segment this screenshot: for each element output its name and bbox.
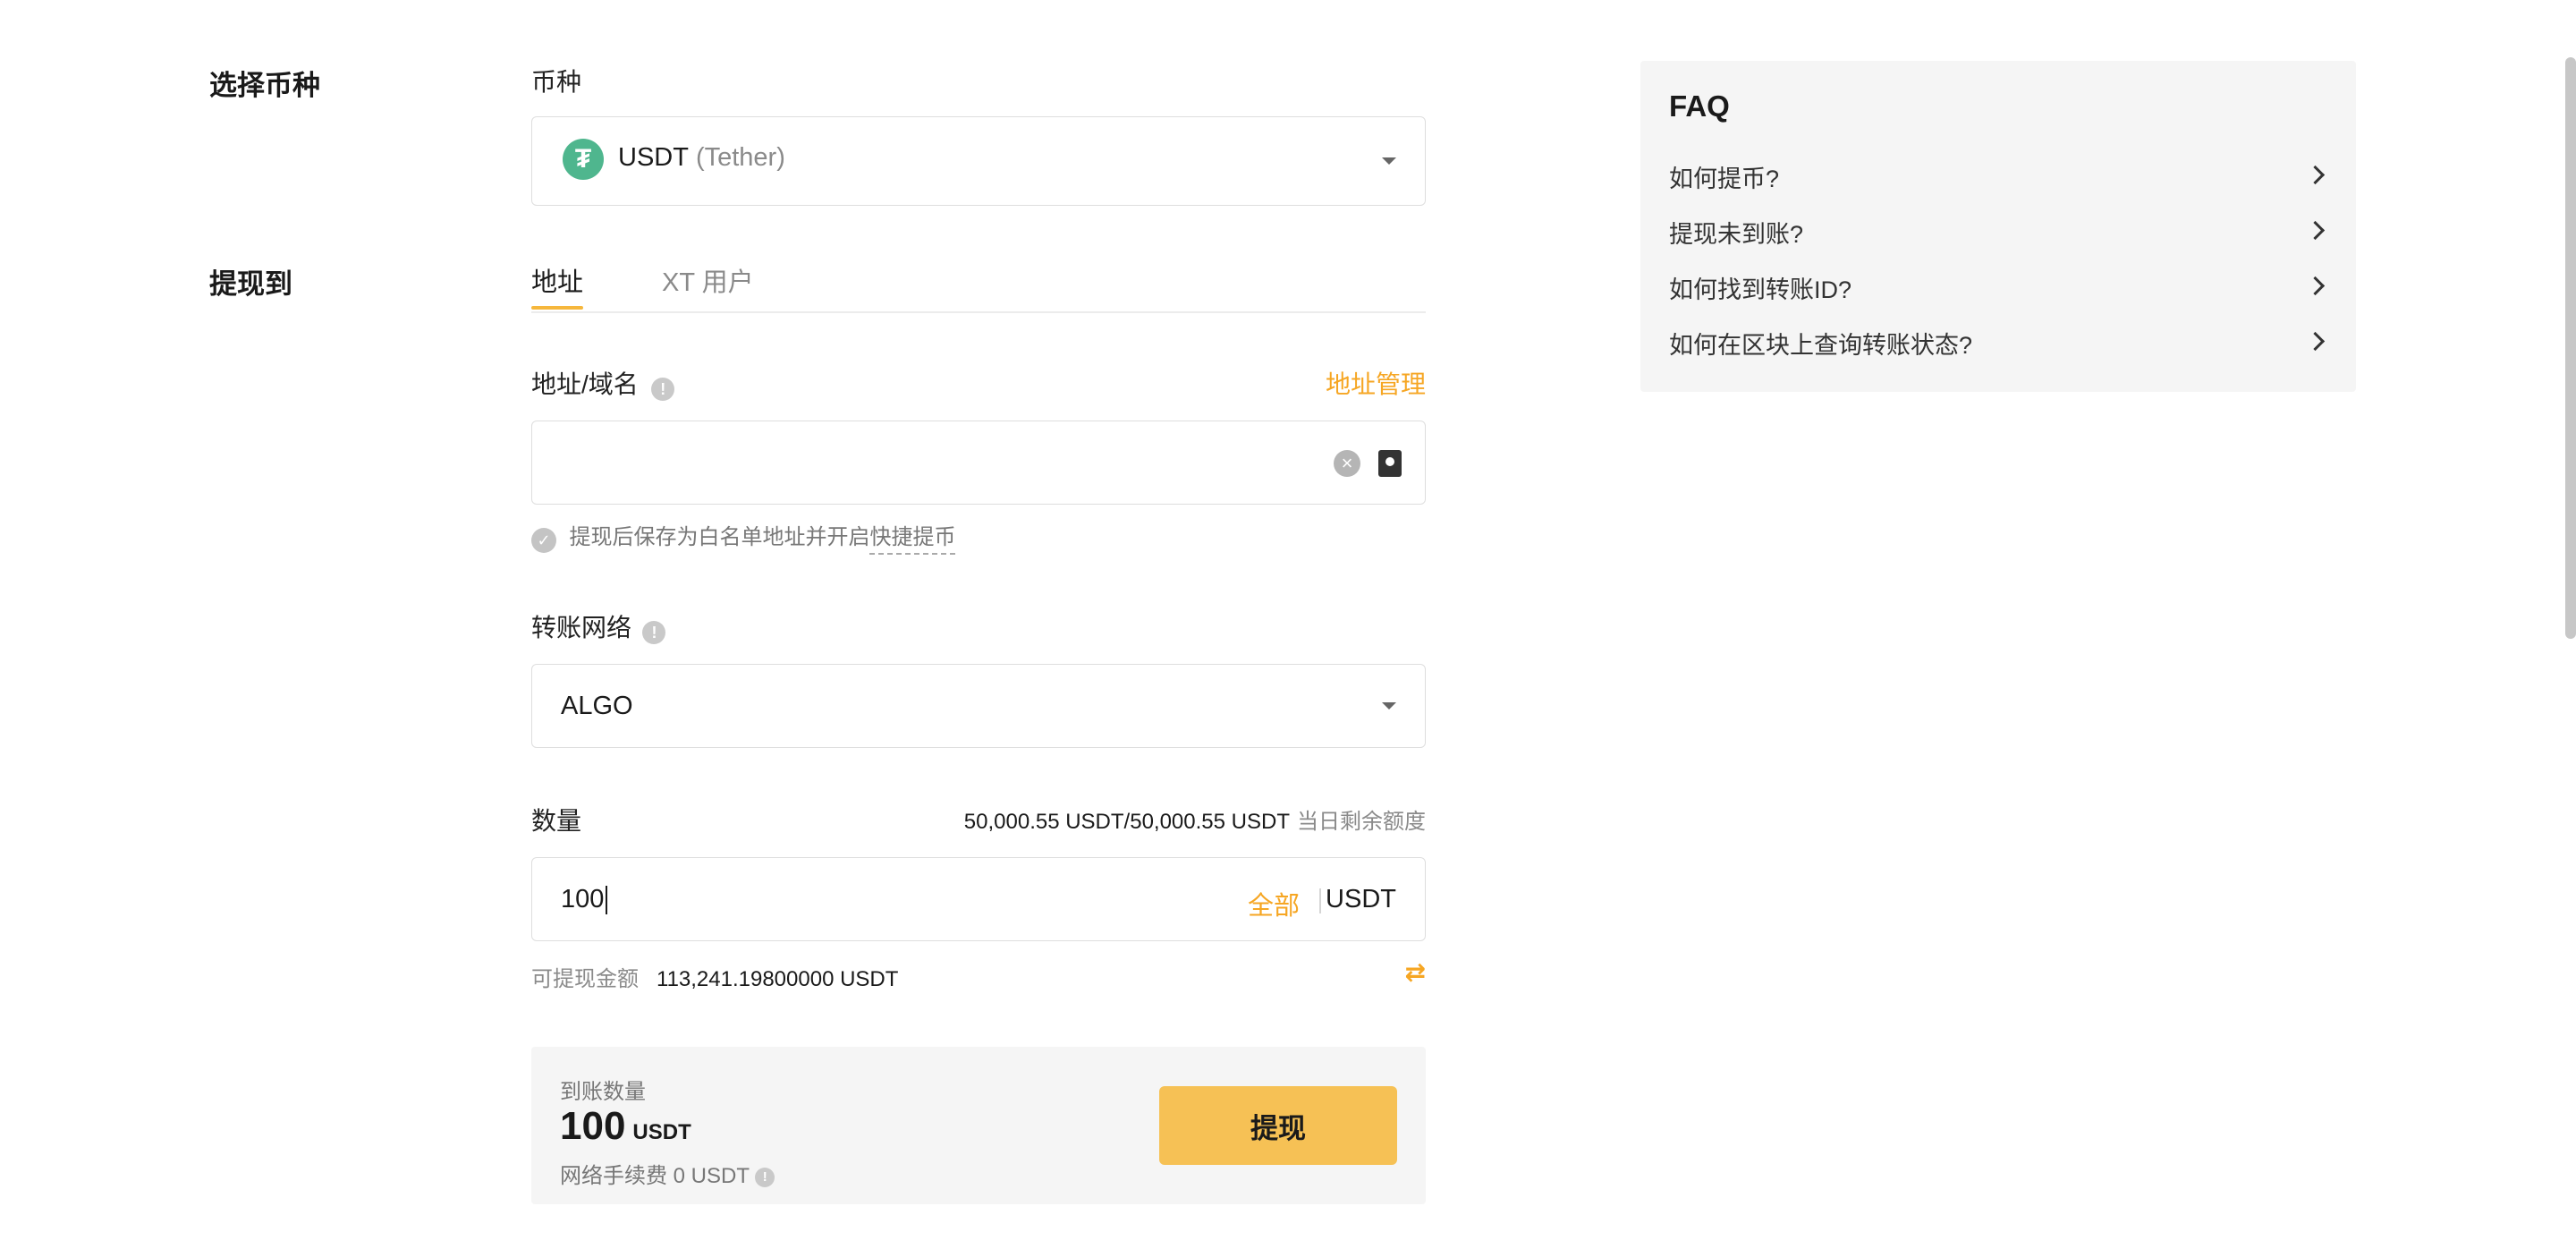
- network-fee: 网络手续费 0 USDT !: [560, 1158, 775, 1189]
- faq-item[interactable]: 如何找到转账ID?: [1669, 270, 2327, 306]
- faq-item[interactable]: 如何在区块上查询转账状态?: [1669, 326, 2327, 361]
- faq-item-label: 如何在区块上查询转账状态?: [1669, 332, 1973, 359]
- scrollbar[interactable]: [2565, 57, 2576, 639]
- swap-icon[interactable]: ⇄: [1405, 957, 1426, 987]
- receive-amount: 100 USDT: [560, 1104, 691, 1149]
- faq-item-label: 提现未到账?: [1669, 221, 1804, 248]
- faq-item-label: 如何找到转账ID?: [1669, 276, 1852, 303]
- chevron-right-icon: [2305, 331, 2326, 352]
- receive-label: 到账数量: [560, 1080, 646, 1104]
- usdt-logo-icon: ₮: [563, 139, 604, 180]
- address-label: 地址/域名: [531, 370, 639, 398]
- receive-amount-value: 100: [560, 1104, 626, 1148]
- coin-selected: USDT (Tether): [618, 143, 785, 173]
- network-fee-text: 网络手续费 0 USDT: [560, 1164, 750, 1188]
- chevron-right-icon: [2305, 276, 2326, 296]
- clear-icon[interactable]: ×: [1334, 450, 1360, 477]
- whitelist-hint: 提现后保存为白名单地址并开启: [569, 525, 870, 549]
- receive-unit: USDT: [632, 1120, 691, 1144]
- receive-summary: 到账数量 100 USDT 网络手续费 0 USDT ! 提现: [531, 1047, 1426, 1204]
- amount-label: 数量: [531, 807, 582, 835]
- coin-full-name: (Tether): [695, 143, 785, 172]
- chevron-right-icon: [2305, 165, 2326, 185]
- chevron-down-icon: [1382, 702, 1396, 709]
- faq-panel: FAQ 如何提币? 提现未到账? 如何找到转账ID? 如何在区块上查询转账状态?: [1640, 61, 2356, 392]
- text-cursor: [606, 886, 608, 915]
- available-label: 可提现金额: [531, 967, 639, 991]
- network-header: 转账网络 !: [531, 608, 666, 644]
- address-book-icon[interactable]: [1378, 450, 1402, 477]
- faq-item-label: 如何提币?: [1669, 166, 1780, 192]
- network-select[interactable]: ALGO: [531, 664, 1426, 748]
- section-label-select-coin: 选择币种: [209, 70, 320, 101]
- faq-item[interactable]: 如何提币?: [1669, 159, 2327, 195]
- amount-unit: USDT: [1326, 885, 1396, 913]
- chevron-right-icon: [2305, 220, 2326, 241]
- info-icon[interactable]: !: [755, 1167, 775, 1187]
- address-input[interactable]: ×: [531, 421, 1426, 505]
- coin-symbol: USDT: [618, 143, 689, 172]
- info-icon[interactable]: !: [651, 377, 675, 401]
- amount-text: 100: [561, 885, 605, 913]
- chevron-down-icon: [1382, 157, 1396, 165]
- divider: [1319, 888, 1321, 913]
- faq-title: FAQ: [1669, 89, 1730, 123]
- daily-limit-label: 当日剩余额度: [1297, 810, 1426, 834]
- network-label: 转账网络: [531, 614, 632, 641]
- faq-item[interactable]: 提现未到账?: [1669, 215, 2327, 251]
- section-label-withdraw-to: 提现到: [209, 268, 292, 300]
- daily-limit-value: 50,000.55 USDT/50,000.55 USDT: [963, 810, 1290, 834]
- tab-address[interactable]: 地址: [531, 261, 583, 299]
- withdraw-target-tabs: 地址 XT 用户: [531, 261, 1426, 313]
- active-tab-indicator: [531, 306, 583, 310]
- info-icon[interactable]: !: [642, 620, 666, 644]
- whitelist-option[interactable]: ✓ 提现后保存为白名单地址并开启快捷提币: [531, 519, 1426, 555]
- amount-input-value: 100: [561, 885, 608, 915]
- quick-withdraw-link[interactable]: 快捷提币: [869, 525, 956, 555]
- available-value: 113,241.19800000 USDT: [657, 967, 899, 991]
- daily-limit: 50,000.55 USDT/50,000.55 USDT 当日剩余额度: [964, 803, 1426, 835]
- withdraw-button[interactable]: 提现: [1159, 1086, 1397, 1165]
- check-icon[interactable]: ✓: [531, 527, 556, 553]
- network-value: ALGO: [561, 692, 633, 720]
- address-header: 地址/域名 ! 地址管理: [531, 365, 1426, 401]
- tab-xt-user[interactable]: XT 用户: [662, 261, 754, 299]
- available-row: 可提现金额 113,241.19800000 USDT ⇄: [531, 958, 1426, 991]
- amount-header: 数量 50,000.55 USDT/50,000.55 USDT 当日剩余额度: [531, 802, 1426, 837]
- coin-label: 币种: [531, 68, 582, 96]
- coin-select[interactable]: ₮ USDT (Tether): [531, 116, 1426, 206]
- withdraw-page: 选择币种 提现到 币种 ₮ USDT (Tether) 地址 XT 用户 地址/域…: [0, 0, 2576, 1249]
- amount-input[interactable]: 100 全部 USDT: [531, 857, 1426, 941]
- address-manage-link[interactable]: 地址管理: [1326, 365, 1426, 401]
- max-amount-button[interactable]: 全部: [1248, 885, 1300, 922]
